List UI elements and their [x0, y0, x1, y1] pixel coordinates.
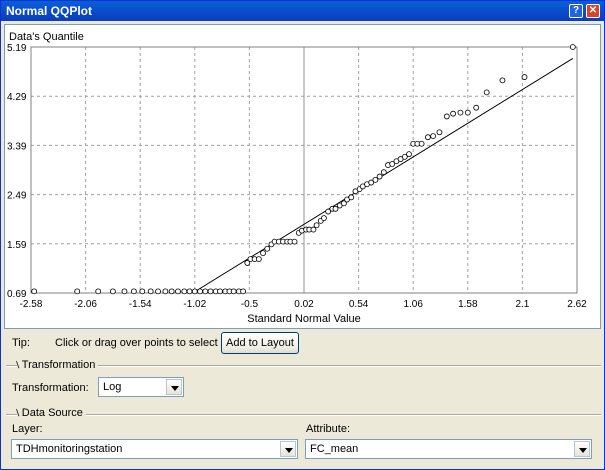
attribute-value: FC_mean: [310, 443, 359, 455]
data-point: [162, 288, 169, 295]
tip-label: Tip:: [12, 337, 30, 349]
qq-plot-panel[interactable]: -2.58 -2.06 -1.54 -1.02 -0.5 0.02 0.54 1.06 1.58…: [4, 24, 601, 329]
data-point: [313, 222, 320, 229]
data-point: [418, 140, 425, 147]
x-axis-title: Standard Normal Value: [247, 313, 361, 325]
data-point: [473, 104, 480, 111]
x-tick-label: 0.02: [294, 299, 314, 310]
data-point: [121, 288, 128, 295]
data-point: [450, 110, 457, 117]
data-point: [436, 129, 443, 136]
y-axis-title: Data's Quantile: [9, 31, 84, 43]
layer-label: Layer:: [12, 423, 43, 435]
data-point: [139, 288, 146, 295]
qq-plot-chart[interactable]: -2.58 -2.06 -1.54 -1.02 -0.5 0.02 0.54 1.06 1.58…: [5, 25, 600, 328]
close-icon: ✕: [588, 5, 598, 16]
divider: [6, 414, 601, 416]
data-point: [376, 173, 383, 180]
data-point: [155, 288, 161, 295]
data-point: [457, 109, 464, 116]
x-tick-label: 1.58: [458, 299, 478, 310]
layer-select[interactable]: TDHmonitoringstation: [11, 439, 298, 459]
data-point: [424, 134, 431, 141]
add-to-layout-button[interactable]: Add to Layout: [221, 332, 299, 354]
data-point: [569, 44, 576, 50]
data-point: [191, 288, 198, 295]
y-tick-label: 0.69: [7, 289, 27, 300]
chevron-down-icon[interactable]: [280, 441, 296, 457]
data-source-group-title: /Data Source: [14, 407, 86, 419]
data-point: [255, 256, 262, 263]
x-tick-label: -2.58: [20, 299, 43, 310]
data-point: [230, 288, 237, 295]
chevron-down-icon[interactable]: [166, 379, 182, 395]
data-point: [175, 288, 181, 295]
attribute-label: Attribute:: [306, 423, 351, 435]
transformation-label: Transformation:: [12, 382, 89, 394]
data-point: [348, 194, 355, 201]
data-point: [186, 288, 193, 295]
data-point: [483, 89, 490, 96]
x-tick-label: -1.54: [129, 299, 152, 310]
title-bar[interactable]: Normal QQPlot ? ✕: [1, 1, 604, 21]
help-icon: ?: [572, 5, 580, 16]
chevron-down-icon[interactable]: [574, 441, 590, 457]
data-point: [95, 288, 102, 295]
y-tick-label: 5.19: [7, 43, 27, 54]
y-tick-label: 4.29: [7, 92, 27, 103]
data-point: [310, 226, 317, 233]
x-tick-label: -2.06: [74, 299, 97, 310]
data-point: [380, 169, 387, 176]
data-point: [291, 238, 298, 245]
data-point: [406, 151, 412, 158]
transformation-group-label: Transformation: [21, 359, 96, 371]
data-point: [430, 133, 437, 140]
data-point: [321, 215, 327, 222]
y-tick-label: 1.59: [7, 240, 27, 251]
data-source-group-label: Data Source: [21, 407, 83, 419]
data-point: [260, 250, 266, 256]
y-tick-label: 2.49: [7, 191, 27, 202]
data-point: [240, 288, 247, 295]
transformation-value: Log: [103, 381, 122, 393]
data-point: [197, 288, 203, 295]
transformation-group-title: /Transformation: [14, 359, 99, 371]
qqplot-window: Normal QQPlot ? ✕ -2.58 -2.06 -1.54 -1.02 -0…: [0, 0, 605, 470]
data-point: [31, 288, 38, 295]
data-point: [147, 288, 154, 295]
data-point: [464, 109, 471, 116]
layer-value: TDHmonitoringstation: [16, 443, 123, 455]
data-point: [181, 288, 188, 295]
data-point: [521, 74, 528, 80]
x-tick-label: 1.06: [403, 299, 423, 310]
close-button[interactable]: ✕: [586, 4, 600, 18]
attribute-select[interactable]: FC_mean: [305, 439, 592, 459]
x-tick-label: -0.5: [241, 299, 259, 310]
data-point: [499, 77, 506, 84]
data-point: [110, 288, 116, 295]
transformation-select[interactable]: Log: [98, 377, 184, 397]
help-button[interactable]: ?: [569, 4, 583, 18]
x-tick-label: 2.1: [515, 299, 529, 310]
data-point: [443, 113, 450, 120]
tip-message: Click or drag over points to select: [55, 337, 218, 349]
data-point: [202, 288, 209, 295]
data-point: [74, 288, 81, 295]
x-tick-label: 0.54: [349, 299, 369, 310]
x-tick-label: 2.62: [567, 299, 587, 310]
data-point: [130, 288, 137, 295]
window-title: Normal QQPlot: [6, 4, 93, 18]
data-point: [207, 288, 214, 295]
y-tick-label: 3.39: [7, 141, 27, 152]
x-tick-label: -1.02: [183, 299, 206, 310]
data-point: [168, 288, 175, 295]
data-point: [264, 245, 271, 252]
data-point: [217, 288, 223, 295]
